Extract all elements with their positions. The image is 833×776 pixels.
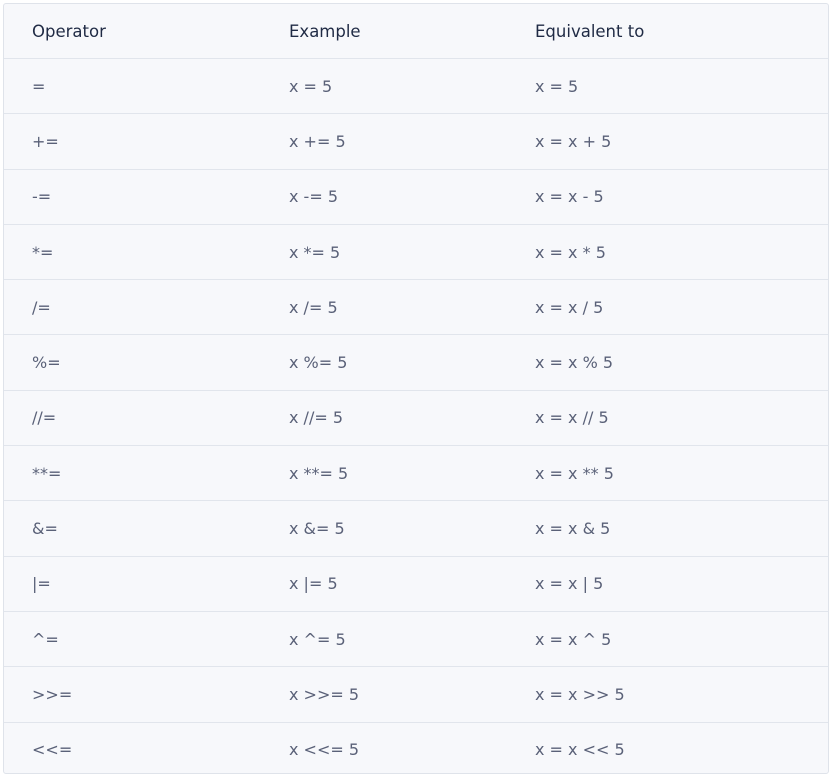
cell-example: x <<= 5 (289, 740, 360, 760)
assignment-operators-table: Operator Example Equivalent to = x = 5 x… (4, 4, 828, 774)
cell-example: x //= 5 (261, 390, 507, 447)
cell-equivalent: x = x + 5 (507, 113, 828, 170)
cell-equivalent: x = x ** 5 (507, 445, 828, 502)
cell-operator: //= (4, 390, 261, 447)
operators-table-container: Operator Example Equivalent to = x = 5 x… (3, 3, 829, 774)
cell-example: x -= 5 (261, 169, 507, 225)
cell-example: x >>= 5 (261, 666, 507, 723)
table-row: -= x -= 5 x = x - 5 (4, 169, 828, 225)
cell-operator: *= (4, 224, 261, 281)
table-row: += x += 5 x = x + 5 (4, 113, 828, 170)
cell-operator: %= (4, 334, 261, 391)
table-row: //= x //= 5 x = x // 5 (4, 390, 828, 447)
cell-example: x *= 5 (261, 224, 507, 281)
table-row: ^= x ^= 5 x = x ^ 5 (4, 611, 828, 668)
cell-operator: &= (4, 500, 261, 557)
cell-example: x += 5 (261, 113, 507, 170)
header-equivalent: Equivalent to (507, 4, 828, 59)
cell-equivalent: x = x >> 5 (507, 666, 828, 723)
table-row: /= x /= 5 x = x / 5 (4, 279, 828, 336)
table-row: %= x %= 5 x = x % 5 (4, 334, 828, 391)
cell-operator: = (4, 58, 261, 115)
cell-equivalent: x = x | 5 (507, 556, 828, 612)
cell-example: x /= 5 (261, 279, 507, 336)
cell-equivalent: x = x ^ 5 (507, 611, 828, 668)
cell-equivalent: x = x << 5 (535, 740, 625, 760)
cell-equivalent: x = x / 5 (507, 279, 828, 336)
cell-equivalent: x = x % 5 (507, 334, 828, 391)
table-header: Operator Example Equivalent to (4, 4, 828, 59)
cell-equivalent: x = x // 5 (507, 390, 828, 447)
header-example: Example (261, 4, 507, 59)
cell-example: x = 5 (261, 58, 507, 115)
cell-operator: += (4, 113, 261, 170)
cell-equivalent: x = x & 5 (507, 500, 828, 557)
cell-example: x |= 5 (261, 556, 507, 612)
cell-operator: -= (4, 169, 261, 225)
cell-equivalent: x = 5 (507, 58, 828, 115)
table-row: |= x |= 5 x = x | 5 (4, 556, 828, 612)
table-row: <<= x <<= 5 x = x << 5 (4, 722, 828, 773)
table-body: = x = 5 x = 5 += x += 5 x = x + 5 -= x -… (4, 58, 828, 774)
table-row: &= x &= 5 x = x & 5 (4, 500, 828, 557)
cell-operator: <<= (32, 740, 73, 760)
cell-operator: /= (4, 279, 261, 336)
table-row: *= x *= 5 x = x * 5 (4, 224, 828, 281)
cell-equivalent: x = x * 5 (507, 224, 828, 281)
cell-example: x %= 5 (261, 334, 507, 391)
cell-equivalent: x = x - 5 (507, 169, 828, 225)
cell-operator: |= (4, 556, 261, 612)
cell-operator: >>= (4, 666, 261, 723)
header-operator: Operator (4, 4, 261, 59)
cell-example: x &= 5 (261, 500, 507, 557)
table-row: **= x **= 5 x = x ** 5 (4, 445, 828, 502)
cell-operator: ^= (4, 611, 261, 668)
cell-example: x **= 5 (261, 445, 507, 502)
table-row: >>= x >>= 5 x = x >> 5 (4, 666, 828, 723)
cell-operator: **= (4, 445, 261, 502)
header-row: Operator Example Equivalent to (4, 4, 828, 59)
table-row: = x = 5 x = 5 (4, 58, 828, 115)
cell-example: x ^= 5 (261, 611, 507, 668)
